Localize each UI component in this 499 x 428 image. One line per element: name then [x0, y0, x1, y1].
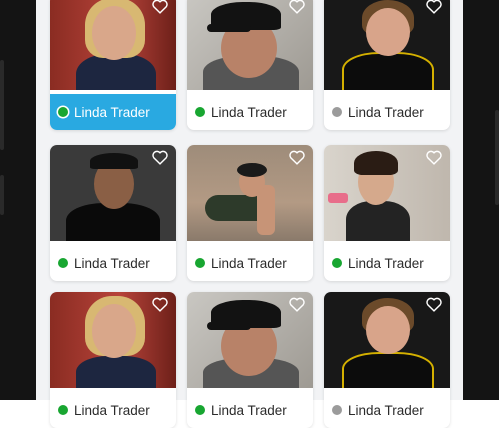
status-online-dot — [195, 258, 205, 268]
trainer-card[interactable]: Linda Trader — [50, 292, 176, 428]
trainer-card[interactable]: Linda Trader — [187, 145, 313, 281]
heart-outline-icon[interactable] — [288, 0, 306, 14]
phone-frame-left — [0, 0, 37, 400]
status-online-dot — [195, 107, 205, 117]
trainer-card[interactable]: Linda Trader — [187, 0, 313, 130]
trainer-name-bar: Linda Trader — [50, 94, 176, 130]
heart-outline-icon[interactable] — [288, 296, 306, 312]
phone-volume-button — [0, 60, 4, 150]
trainer-grid: Linda Trader Linda Trader Linda Trader L… — [36, 0, 463, 428]
trainer-name-bar: Linda Trader — [324, 94, 450, 130]
trainer-name-bar: Linda Trader — [324, 392, 450, 428]
status-online-dot — [195, 405, 205, 415]
heart-outline-icon[interactable] — [425, 296, 443, 312]
trainer-name-bar: Linda Trader — [50, 245, 176, 281]
trainer-name: Linda Trader — [348, 402, 424, 418]
heart-outline-icon[interactable] — [151, 0, 169, 14]
trainer-name: Linda Trader — [211, 104, 287, 120]
trainer-name-bar: Linda Trader — [187, 94, 313, 130]
trainer-name-bar: Linda Trader — [50, 392, 176, 428]
heart-outline-icon[interactable] — [151, 296, 169, 312]
trainer-name: Linda Trader — [74, 104, 150, 120]
status-online-dot — [332, 258, 342, 268]
phone-frame-right — [462, 0, 499, 400]
status-online-dot — [58, 405, 68, 415]
heart-outline-icon[interactable] — [151, 149, 169, 165]
status-online-dot — [58, 258, 68, 268]
trainer-card[interactable]: Linda Trader — [50, 0, 176, 130]
trainer-name: Linda Trader — [348, 255, 424, 271]
trainer-card[interactable]: Linda Trader — [187, 292, 313, 428]
status-offline-dot — [332, 405, 342, 415]
trainer-name-bar: Linda Trader — [324, 245, 450, 281]
trainer-card[interactable]: Linda Trader — [324, 0, 450, 130]
trainer-name-bar: Linda Trader — [187, 245, 313, 281]
trainer-name-bar: Linda Trader — [187, 392, 313, 428]
status-online-dot — [58, 107, 68, 117]
status-offline-dot — [332, 107, 342, 117]
trainer-name: Linda Trader — [211, 255, 287, 271]
trainer-name: Linda Trader — [211, 402, 287, 418]
trainer-name: Linda Trader — [348, 104, 424, 120]
trainer-name: Linda Trader — [74, 255, 150, 271]
heart-outline-icon[interactable] — [425, 0, 443, 14]
trainer-name: Linda Trader — [74, 402, 150, 418]
phone-power-button — [495, 110, 499, 205]
heart-outline-icon[interactable] — [288, 149, 306, 165]
trainer-card[interactable]: Linda Trader — [324, 292, 450, 428]
trainer-card[interactable]: Linda Trader — [50, 145, 176, 281]
trainer-card[interactable]: Linda Trader — [324, 145, 450, 281]
phone-side-button — [0, 175, 4, 215]
heart-outline-icon[interactable] — [425, 149, 443, 165]
